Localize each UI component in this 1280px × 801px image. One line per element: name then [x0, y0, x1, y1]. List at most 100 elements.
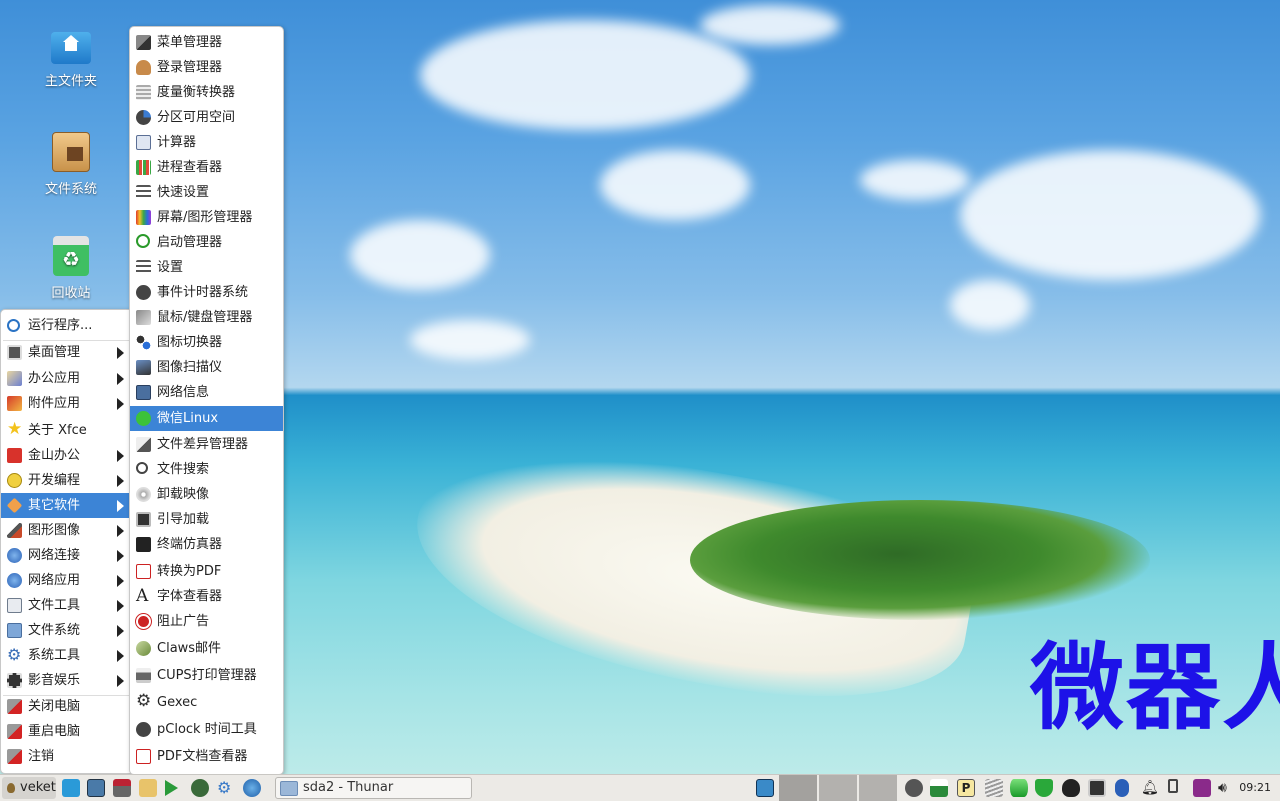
- gear-icon: ⚙: [136, 691, 152, 711]
- menu-item-shutdown[interactable]: 关闭电脑: [1, 694, 131, 719]
- start-menu-button[interactable]: veket: [2, 777, 56, 799]
- shield-icon[interactable]: [1035, 779, 1053, 797]
- submenu-item-scanner[interactable]: 图像扫描仪: [130, 355, 283, 380]
- submenu-item-menu-editor[interactable]: 菜单管理器: [130, 30, 283, 55]
- submenu-item-mouse-keyboard[interactable]: 鼠标/键盘管理器: [130, 305, 283, 330]
- submenu-item-calculator[interactable]: 计算器: [130, 130, 283, 155]
- submenu-item-adblock[interactable]: 阻止广告: [130, 609, 283, 634]
- taskbar-window-thunar[interactable]: sda2 - Thunar: [275, 777, 472, 799]
- submenu-item-gexec[interactable]: ⚙ Gexec: [130, 690, 283, 715]
- submenu-item-diff[interactable]: 文件差异管理器: [130, 432, 283, 457]
- submenu-item-display-manager[interactable]: 屏幕/图形管理器: [130, 205, 283, 230]
- submenu-arrow-icon: [117, 450, 124, 462]
- trash-icon: ♻: [53, 236, 89, 276]
- desktop-icon-trash[interactable]: ♻ 回收站: [26, 236, 116, 301]
- menu-item-reboot[interactable]: 重启电脑: [1, 719, 131, 744]
- screenshot-icon[interactable]: [87, 779, 105, 797]
- clipboard-icon[interactable]: P: [957, 779, 975, 797]
- input-method-icon[interactable]: [1193, 779, 1211, 797]
- menu-item-multimedia[interactable]: 影音娱乐: [1, 668, 131, 693]
- desktop-icon-home[interactable]: 主文件夹: [26, 28, 116, 89]
- menu-item-accessories[interactable]: 附件应用: [1, 391, 131, 416]
- volume-icon[interactable]: 🔊︎: [1218, 779, 1236, 797]
- submenu-item-claws-mail[interactable]: Claws邮件: [130, 636, 283, 661]
- calculator-icon: [136, 135, 151, 150]
- submenu-item-pdf-viewer[interactable]: PDF文档查看器: [130, 744, 283, 769]
- submenu-item-quick-settings[interactable]: 快速设置: [130, 180, 283, 205]
- notification-bell-icon[interactable]: 🔔︎: [1141, 779, 1159, 797]
- submenu-item-terminal[interactable]: 终端仿真器: [130, 532, 283, 557]
- submenu-item-process-viewer[interactable]: 进程查看器: [130, 155, 283, 180]
- workspace-2[interactable]: [819, 775, 857, 801]
- submenu-arrow-icon: [117, 398, 124, 410]
- submenu-item-file-search[interactable]: 文件搜索: [130, 457, 283, 482]
- submenu-item-wechat[interactable]: 微信Linux: [130, 406, 283, 431]
- file-tools-icon: [7, 598, 22, 613]
- database-icon[interactable]: [1010, 779, 1028, 797]
- show-desktop-icon[interactable]: [62, 779, 80, 797]
- other-software-submenu: 菜单管理器 登录管理器 度量衡转换器 分区可用空间 计算器 进程查看器 快速设置…: [129, 26, 284, 775]
- submenu-item-converter[interactable]: 度量衡转换器: [130, 80, 283, 105]
- settings-icon[interactable]: ⚙: [217, 779, 235, 797]
- menu-item-desktop[interactable]: 桌面管理: [1, 340, 131, 365]
- reboot-icon: [7, 724, 22, 739]
- submenu-item-startup-manager[interactable]: 启动管理器: [130, 230, 283, 255]
- submenu-item-font-viewer[interactable]: A 字体查看器: [130, 584, 283, 609]
- submenu-item-disk-usage[interactable]: 分区可用空间: [130, 105, 283, 130]
- menu-item-file-tools[interactable]: 文件工具: [1, 593, 131, 618]
- browser-icon[interactable]: [243, 779, 261, 797]
- menu-item-logout[interactable]: 注销: [1, 744, 131, 769]
- printer-icon: [136, 668, 151, 683]
- menu-item-about-xfce[interactable]: ★ 关于 Xfce: [1, 418, 131, 443]
- desktop-icon-filesystem[interactable]: 文件系统: [26, 132, 116, 197]
- submenu-item-event-timer[interactable]: 事件计时器系统: [130, 280, 283, 305]
- submenu-arrow-icon: [117, 675, 124, 687]
- play-icon[interactable]: [165, 779, 183, 797]
- unmount-icon: [136, 487, 151, 502]
- menu-item-run[interactable]: 运行程序...: [1, 313, 131, 338]
- font-icon: A: [136, 586, 149, 606]
- submenu-item-settings[interactable]: 设置: [130, 255, 283, 280]
- menu-item-network[interactable]: 网络连接: [1, 543, 131, 568]
- desktop-watermark: 微器人: [1030, 634, 1280, 743]
- keyboard-icon[interactable]: [1088, 779, 1106, 797]
- menu-item-wps[interactable]: 金山办公: [1, 443, 131, 468]
- workspace-3[interactable]: [859, 775, 897, 801]
- network-icon: [7, 548, 22, 563]
- menu-item-office[interactable]: 办公应用: [1, 366, 131, 391]
- login-manager-icon: [136, 60, 151, 75]
- submenu-item-cups[interactable]: CUPS打印管理器: [130, 663, 283, 688]
- submenu-item-login-manager[interactable]: 登录管理器: [130, 55, 283, 80]
- multimedia-icon: [7, 673, 22, 688]
- settings-icon: [136, 260, 151, 275]
- bootloader-icon: [136, 512, 151, 527]
- submenu-item-unmount[interactable]: 卸载映像: [130, 482, 283, 507]
- workspace-1[interactable]: [779, 775, 817, 801]
- battery-icon[interactable]: [1168, 779, 1178, 793]
- menu-item-other[interactable]: 其它软件: [1, 493, 131, 518]
- qq-icon[interactable]: [1062, 779, 1080, 797]
- submenu-arrow-icon: [117, 575, 124, 587]
- submenu-item-bootloader[interactable]: 引导加载: [130, 507, 283, 532]
- menu-item-development[interactable]: 开发编程: [1, 468, 131, 493]
- clock[interactable]: 09:21: [1239, 775, 1271, 801]
- submenu-item-icon-switcher[interactable]: 图标切换器: [130, 330, 283, 355]
- media-player-icon[interactable]: [191, 779, 209, 797]
- submenu-item-network-info[interactable]: 网络信息: [130, 380, 283, 405]
- menu-item-internet[interactable]: 网络应用: [1, 568, 131, 593]
- tools-icon[interactable]: [113, 779, 131, 797]
- menu-item-graphics[interactable]: 图形图像: [1, 518, 131, 543]
- file-manager-icon[interactable]: [139, 779, 157, 797]
- submenu-item-convert-pdf[interactable]: 转换为PDF: [130, 559, 283, 584]
- network-status-icon[interactable]: [930, 779, 948, 797]
- user-icon[interactable]: [905, 779, 923, 797]
- folder-icon: [280, 781, 298, 796]
- bluetooth-icon[interactable]: [1115, 779, 1129, 797]
- menu-item-system-tools[interactable]: ⚙ 系统工具: [1, 643, 131, 668]
- other-icon: [6, 497, 23, 514]
- submenu-arrow-icon: [117, 475, 124, 487]
- menu-item-filesystem[interactable]: 文件系统: [1, 618, 131, 643]
- close-window-icon[interactable]: [756, 779, 774, 797]
- drive-icon[interactable]: [985, 779, 1003, 797]
- submenu-item-pclock[interactable]: pClock 时间工具: [130, 717, 283, 742]
